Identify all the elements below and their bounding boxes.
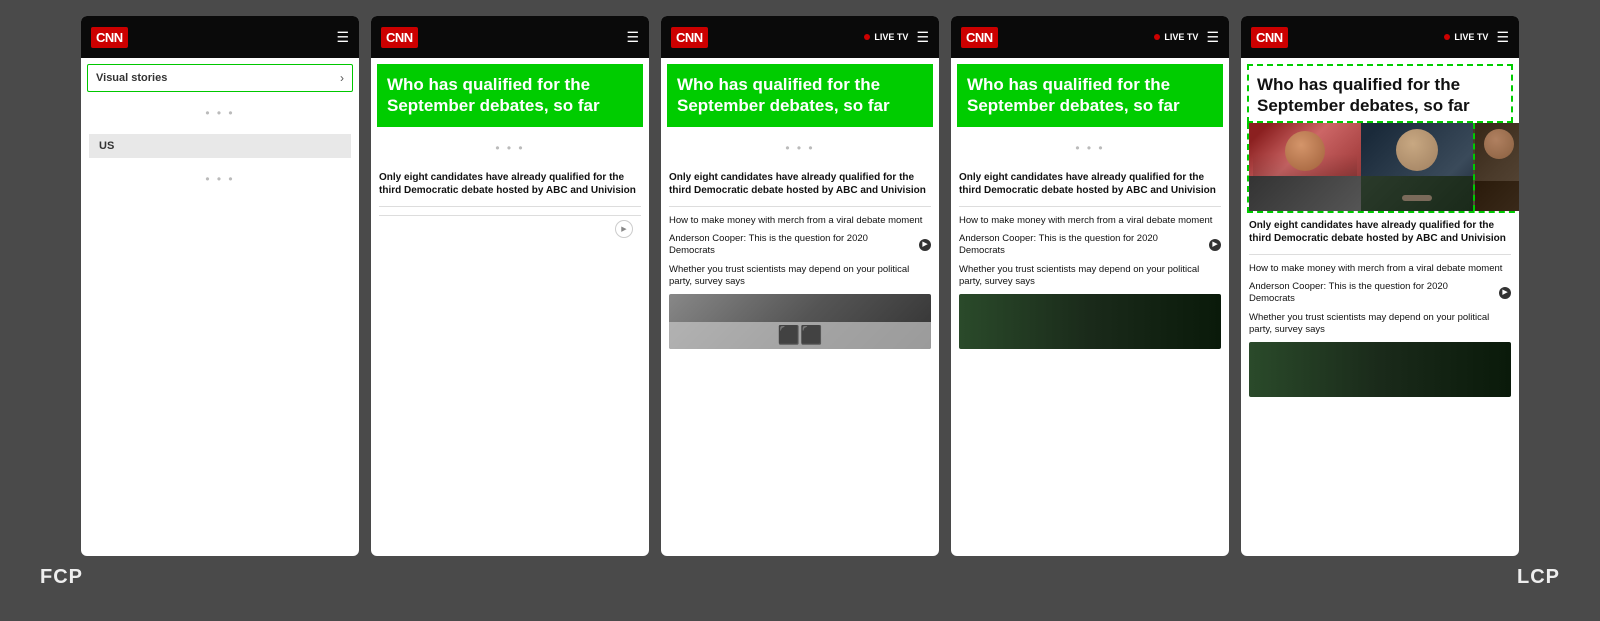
sub-article-5-2-text: Anderson Cooper: This is the question fo… — [1249, 281, 1496, 306]
headline-text-2: Who has qualified for the September deba… — [387, 74, 633, 117]
phone-cards-container: CNN ☰ Visual stories › • • • US • • • CN… — [0, 0, 1600, 556]
image-thumb-4 — [959, 294, 1221, 349]
play-icon-4: ▶ — [1209, 239, 1221, 251]
sub-article-4-3: Whether you trust scientists may depend … — [959, 264, 1221, 289]
hero-image-person-3 — [1473, 123, 1519, 211]
sub-article-5-1: How to make money with merch from a vira… — [1249, 263, 1511, 275]
phone-1-fcp: CNN ☰ Visual stories › • • • US • • • — [81, 16, 359, 556]
fcp-label: FCP — [20, 566, 83, 589]
headline-box-2: Who has qualified for the September deba… — [377, 64, 643, 127]
sub-article-4-3-text: Whether you trust scientists may depend … — [959, 264, 1221, 289]
sub-article-4-1-text: How to make money with merch from a vira… — [959, 215, 1212, 227]
loading-dots-1: • • • — [81, 96, 359, 130]
article-list-2: Only eight candidates have already quali… — [371, 165, 649, 557]
sub-article-5-1-text: How to make money with merch from a vira… — [1249, 263, 1502, 275]
chevron-right-icon: › — [340, 71, 344, 85]
sub-article-5-3: Whether you trust scientists may depend … — [1249, 312, 1511, 337]
scroll-indicator-2: ▶ — [379, 215, 641, 242]
hero-image-person-1 — [1249, 123, 1361, 211]
phone-3-article: CNN LIVE TV ☰ Who has qualified for the … — [661, 16, 939, 556]
sub-article-4-1: How to make money with merch from a vira… — [959, 215, 1221, 227]
hamburger-icon-2[interactable]: ☰ — [626, 29, 639, 46]
cnn-header-2: CNN ☰ — [371, 16, 649, 58]
play-icon-5: ▶ — [1499, 287, 1511, 299]
lcp-label: LCP — [1517, 566, 1580, 589]
live-tv-text-5: LIVE TV — [1454, 32, 1488, 42]
sub-article-3-1: How to make money with merch from a vira… — [669, 215, 931, 227]
headline-box-4: Who has qualified for the September deba… — [957, 64, 1223, 127]
visual-stories-label: Visual stories — [96, 72, 167, 84]
cnn-logo-2: CNN — [381, 27, 418, 48]
article-list-3: Only eight candidates have already quali… — [661, 165, 939, 557]
headline-box-3: Who has qualified for the September deba… — [667, 64, 933, 127]
play-icon-3: ▶ — [919, 239, 931, 251]
live-tv-badge-3: LIVE TV — [864, 32, 908, 42]
sub-article-3-2-text: Anderson Cooper: This is the question fo… — [669, 233, 916, 258]
play-circle-icon: ▶ — [615, 220, 633, 238]
video-overlay-text-3: ⬛⬛ — [778, 325, 823, 346]
sub-article-3-2: Anderson Cooper: This is the question fo… — [669, 233, 931, 258]
headline-text-3: Who has qualified for the September deba… — [677, 74, 923, 117]
live-tv-text-4: LIVE TV — [1164, 32, 1198, 42]
header-right-3: LIVE TV ☰ — [864, 29, 929, 46]
main-article-5: Only eight candidates have already quali… — [1249, 219, 1511, 255]
sub-article-3-3-text: Whether you trust scientists may depend … — [669, 264, 931, 289]
live-dot-3 — [864, 34, 870, 40]
cnn-logo-4: CNN — [961, 27, 998, 48]
hamburger-icon-3[interactable]: ☰ — [916, 29, 929, 46]
cnn-header-1: CNN ☰ — [81, 16, 359, 58]
image-thumb-5 — [1249, 342, 1511, 397]
live-dot-4 — [1154, 34, 1160, 40]
sub-article-3-1-text: How to make money with merch from a vira… — [669, 215, 922, 227]
main-article-2: Only eight candidates have already quali… — [379, 171, 641, 207]
sub-article-5-3-text: Whether you trust scientists may depend … — [1249, 312, 1511, 337]
hero-image-5 — [1247, 123, 1519, 213]
live-dot-5 — [1444, 34, 1450, 40]
phone-5-lcp: CNN LIVE TV ☰ Who has qualified for the … — [1241, 16, 1519, 556]
loading-dots-2: • • • — [81, 162, 359, 196]
article-list-5: Only eight candidates have already quali… — [1241, 213, 1519, 557]
loading-dots-5: • • • — [951, 131, 1229, 165]
live-tv-badge-4: LIVE TV — [1154, 32, 1198, 42]
cnn-logo-1: CNN — [91, 27, 128, 48]
cnn-logo-3: CNN — [671, 27, 708, 48]
sub-article-5-2: Anderson Cooper: This is the question fo… — [1249, 281, 1511, 306]
header-right-5: LIVE TV ☰ — [1444, 29, 1509, 46]
hamburger-icon-1[interactable]: ☰ — [336, 29, 349, 46]
headline-text-5: Who has qualified for the September deba… — [1257, 74, 1503, 117]
thumb-dark-4 — [959, 294, 1221, 349]
hamburger-icon-5[interactable]: ☰ — [1496, 29, 1509, 46]
article-list-4: Only eight candidates have already quali… — [951, 165, 1229, 557]
loading-dots-3: • • • — [371, 131, 649, 165]
sub-article-4-2: Anderson Cooper: This is the question fo… — [959, 233, 1221, 258]
headline-text-4: Who has qualified for the September deba… — [967, 74, 1213, 117]
us-section-label: US — [89, 134, 351, 158]
sub-article-3-3: Whether you trust scientists may depend … — [669, 264, 931, 289]
hamburger-icon-4[interactable]: ☰ — [1206, 29, 1219, 46]
cnn-header-3: CNN LIVE TV ☰ — [661, 16, 939, 58]
cnn-logo-5: CNN — [1251, 27, 1288, 48]
main-article-3: Only eight candidates have already quali… — [669, 171, 931, 207]
video-thumb-3: ⬛⬛ — [669, 294, 931, 349]
cnn-header-4: CNN LIVE TV ☰ — [951, 16, 1229, 58]
phone-4-article: CNN LIVE TV ☰ Who has qualified for the … — [951, 16, 1229, 556]
headline-box-5-wrapper: Who has qualified for the September deba… — [1247, 64, 1513, 123]
video-overlay-3: ⬛⬛ — [669, 322, 931, 350]
labels-row: FCP LCP — [0, 556, 1600, 599]
main-article-4: Only eight candidates have already quali… — [959, 171, 1221, 207]
thumb-dark-5 — [1249, 342, 1511, 397]
hero-image-person-2 — [1361, 123, 1473, 211]
live-tv-badge-5: LIVE TV — [1444, 32, 1488, 42]
phone-2-article: CNN ☰ Who has qualified for the Septembe… — [371, 16, 649, 556]
loading-dots-4: • • • — [661, 131, 939, 165]
header-right-4: LIVE TV ☰ — [1154, 29, 1219, 46]
sub-article-4-2-text: Anderson Cooper: This is the question fo… — [959, 233, 1206, 258]
live-tv-text-3: LIVE TV — [874, 32, 908, 42]
visual-stories-bar[interactable]: Visual stories › — [87, 64, 353, 92]
cnn-header-5: CNN LIVE TV ☰ — [1241, 16, 1519, 58]
